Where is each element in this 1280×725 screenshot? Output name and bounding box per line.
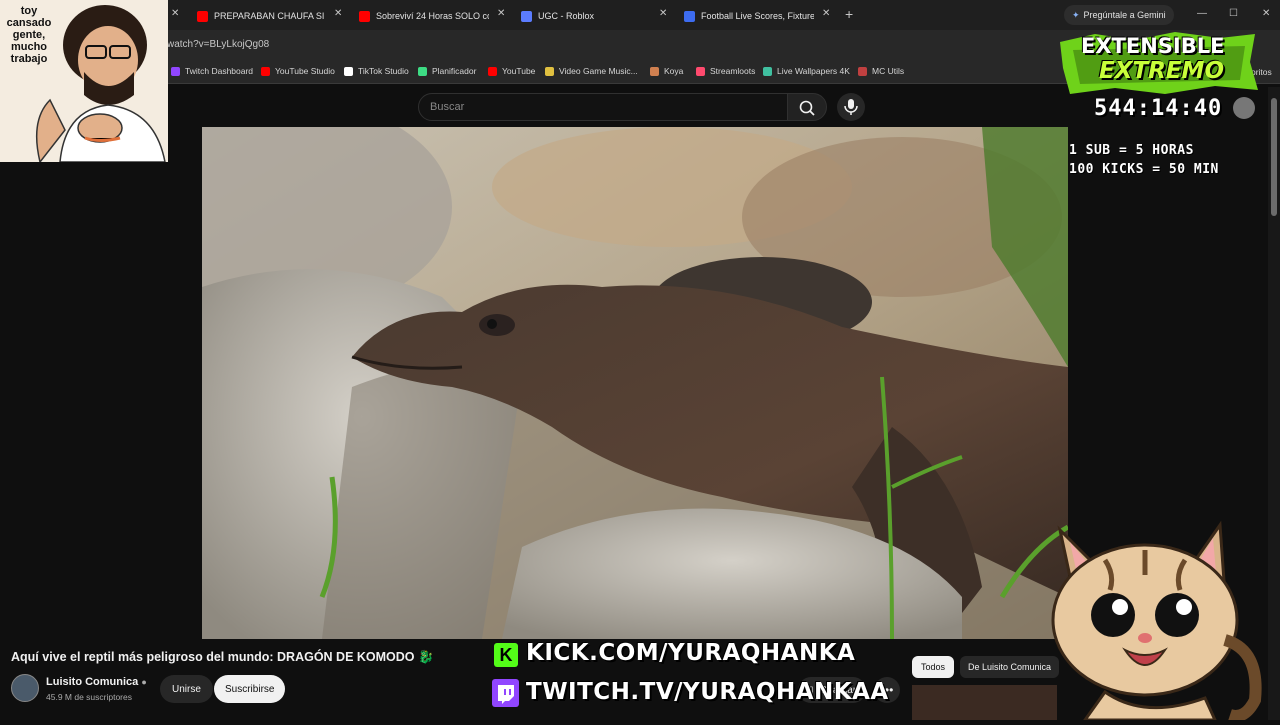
subscriber-count: 45.9 M de suscriptores (46, 692, 132, 702)
bookmark-item[interactable]: Koya (650, 66, 683, 76)
channel-name-text: Luisito Comunica (46, 676, 139, 688)
scrollbar-thumb[interactable] (1271, 98, 1277, 216)
bookmark-favicon-icon (545, 66, 554, 76)
bookmark-label: Streamloots (710, 66, 756, 76)
verified-icon: ● (141, 677, 147, 687)
webcam-caption: toy cansado gente, mucho trabajo (6, 5, 52, 65)
voice-search-button[interactable] (837, 93, 865, 121)
bookmark-favicon-icon (418, 66, 427, 76)
bookmark-favicon-icon (488, 66, 497, 76)
bookmark-favicon-icon (763, 66, 772, 76)
subscribe-button[interactable]: Suscribirse (214, 675, 286, 703)
bookmark-favicon-icon (171, 66, 180, 76)
bookmark-label: Planificador (432, 66, 477, 76)
streamer-webcam-overlay: toy cansado gente, mucho trabajo (0, 0, 168, 162)
bookmark-label: TikTok Studio (358, 66, 409, 76)
new-tab-button[interactable]: + (845, 6, 853, 22)
tab-label: UGC - Roblox (538, 11, 595, 21)
bookmark-favicon-icon (858, 66, 867, 76)
youtube-icon (197, 10, 208, 22)
microphone-icon (844, 99, 858, 115)
komodo-dragon-video-frame (202, 127, 1068, 639)
bookmark-label: Video Game Music... (559, 66, 638, 76)
kicks-rule-text: 100 KICKS = 50 MIN (1069, 162, 1219, 177)
close-icon[interactable]: ✕ (659, 8, 667, 19)
search-placeholder: Buscar (430, 101, 465, 113)
close-window-icon[interactable]: ✕ (1262, 8, 1270, 19)
bookmark-favicon-icon (696, 66, 705, 76)
bookmark-item[interactable]: Video Game Music... (545, 66, 638, 76)
ask-gemini-button[interactable]: ✦ Pregúntale a Gemini (1064, 5, 1174, 25)
bookmark-label: Live Wallpapers 4K (777, 66, 850, 76)
tab-football[interactable]: Football Live Scores, Fixtures & (684, 5, 814, 27)
cartoon-cat-illustration (1051, 520, 1262, 722)
bookmark-label: Koya (664, 66, 684, 76)
bookmark-item[interactable]: Streamloots (696, 66, 755, 76)
bookmark-label: Twitch Dashboard (185, 66, 254, 76)
profile-avatar[interactable] (1233, 97, 1255, 119)
twitch-url-overlay: TWITCH.TV/YURAQHANKAA (526, 679, 889, 705)
bookmark-favicon-icon (650, 66, 659, 76)
channel-name[interactable]: Luisito Comunica ● (46, 676, 147, 688)
bookmark-favicon-icon (344, 66, 353, 76)
tab-roblox[interactable]: UGC - Roblox (521, 5, 651, 27)
tab-label: PREPARABAN CHAUFA SIN ZAP (214, 11, 325, 21)
logo-line-1: EXTENSIBLE (1081, 34, 1225, 58)
bookmark-favicon-icon (261, 66, 270, 76)
subathon-timer: 544:14:40 (1094, 96, 1223, 121)
chip-all[interactable]: Todos (912, 656, 955, 678)
join-button[interactable]: Unirse (160, 675, 213, 703)
flashscore-icon (684, 10, 695, 22)
bookmark-label: YouTube Studio (275, 66, 335, 76)
bookmark-label: MC Utils (872, 66, 905, 76)
search-input[interactable]: Buscar (418, 93, 788, 121)
bookmark-item[interactable]: Live Wallpapers 4K (763, 66, 850, 76)
youtube-icon (359, 10, 370, 22)
bookmark-item[interactable]: MC Utils (858, 66, 904, 76)
tab-sobrevivi[interactable]: Sobreviví 24 Horas SOLO con S (359, 5, 489, 27)
close-icon[interactable]: ✕ (822, 8, 830, 19)
video-player[interactable] (202, 127, 1068, 639)
search-button[interactable] (787, 93, 827, 121)
tab-label: Football Live Scores, Fixtures & (701, 11, 814, 21)
recommended-video-thumbnail[interactable] (912, 685, 1057, 720)
roblox-icon (521, 10, 532, 22)
close-icon[interactable]: ✕ (334, 8, 342, 19)
bookmark-item[interactable]: Twitch Dashboard (171, 66, 253, 76)
twitch-icon (492, 679, 519, 707)
bookmark-label: YouTube (502, 66, 536, 76)
bookmark-item[interactable]: YouTube Studio (261, 66, 335, 76)
minimize-icon[interactable]: — (1197, 8, 1207, 19)
extensible-extremo-logo: EXTENSIBLE EXTREMO (1055, 32, 1260, 96)
search-icon (799, 100, 815, 116)
gemini-icon: ✦ (1072, 9, 1080, 20)
maximize-icon[interactable]: ☐ (1229, 8, 1238, 19)
bookmark-item[interactable]: Planificador (418, 66, 476, 76)
tab-label: Sobreviví 24 Horas SOLO con S (376, 11, 489, 21)
kick-url-overlay: KICK.COM/YURAQHANKA (526, 640, 856, 666)
sub-rule-text: 1 SUB = 5 HORAS (1069, 143, 1194, 158)
cat-mascot-overlay (1045, 520, 1280, 722)
close-icon[interactable]: ✕ (171, 8, 179, 19)
channel-avatar[interactable] (11, 674, 39, 702)
logo-line-2: EXTREMO (1099, 58, 1224, 84)
kick-icon: K (494, 643, 518, 667)
bookmark-item[interactable]: YouTube (488, 66, 535, 76)
bookmark-item[interactable]: TikTok Studio (344, 66, 409, 76)
gemini-label: Pregúntale a Gemini (1083, 10, 1166, 20)
close-icon[interactable]: ✕ (497, 8, 505, 19)
url-text[interactable]: watch?v=BLyLkojQg08 (167, 39, 269, 50)
video-title: Aquí vive el reptil más peligroso del mu… (11, 650, 434, 664)
tab-chaufa[interactable]: PREPARABAN CHAUFA SIN ZAP (197, 5, 325, 27)
